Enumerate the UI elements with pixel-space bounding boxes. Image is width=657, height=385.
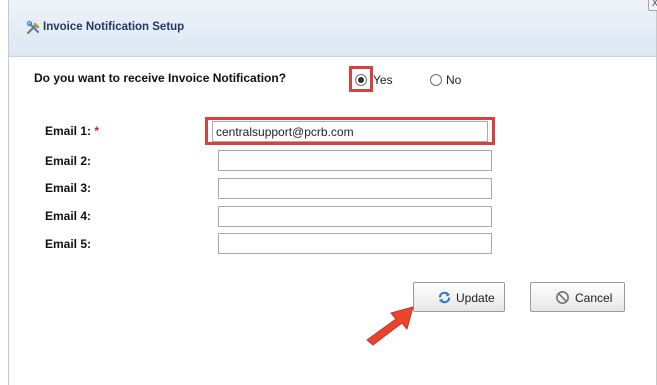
close-button[interactable]: X [648,0,657,11]
required-marker: * [94,124,100,138]
refresh-icon [438,291,451,304]
email-5-field[interactable] [218,233,492,254]
cancel-button[interactable]: Cancel [530,282,625,312]
radio-no[interactable] [430,74,442,86]
cancel-button-label: Cancel [575,291,613,305]
email-1-label-text: Email 1: [45,124,92,138]
cancel-icon [556,291,569,304]
pointer-arrow-icon [366,306,414,346]
tools-icon [26,20,40,35]
dialog-title: Invoice Notification Setup [43,21,185,33]
radio-yes-label[interactable]: Yes [373,73,393,87]
email-1-label: Email 1: * [45,124,99,138]
email-4-label: Email 4: [45,209,92,223]
invoice-notification-dialog: Invoice Notification Setup X Do you want… [8,0,657,385]
email-1-field[interactable] [212,121,488,142]
radio-yes[interactable] [355,74,367,86]
update-button-label: Update [456,291,495,305]
email-5-label: Email 5: [45,237,92,251]
email-2-field[interactable] [218,150,492,171]
notification-question: Do you want to receive Invoice Notificat… [34,71,287,85]
radio-no-label[interactable]: No [446,73,461,87]
radio-selected-dot [358,77,364,83]
dialog-titlebar: Invoice Notification Setup [9,0,656,57]
email-3-field[interactable] [218,178,492,199]
email-2-label: Email 2: [45,154,92,168]
email-3-label: Email 3: [45,181,92,195]
email-4-field[interactable] [218,206,492,227]
close-icon: X [651,0,657,9]
